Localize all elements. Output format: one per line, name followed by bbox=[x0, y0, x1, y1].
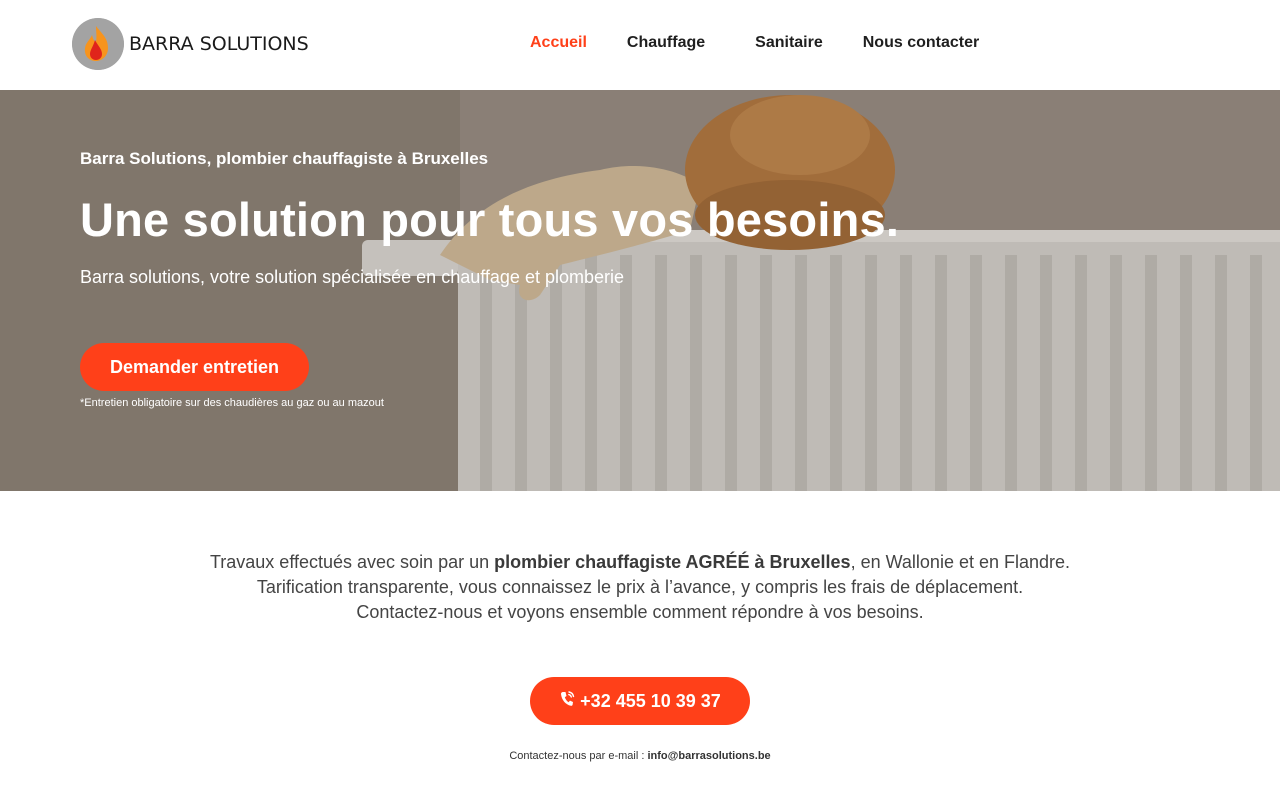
nav-item-nous-contacter[interactable]: Nous contacter bbox=[863, 34, 979, 52]
nav-item-chauffage[interactable]: Chauffage bbox=[627, 34, 705, 52]
demander-entretien-button[interactable]: Demander entretien bbox=[80, 343, 309, 391]
site-header: BARRA SOLUTIONS Accueil Chauffage Sanita… bbox=[0, 0, 1280, 90]
hero-footnote: *Entretien obligatoire sur des chaudière… bbox=[80, 397, 384, 409]
email-contact-line: Contactez-nous par e-mail : info@barraso… bbox=[0, 750, 1280, 762]
hero-eyebrow: Barra Solutions, plombier chauffagiste à… bbox=[80, 149, 489, 168]
email-link[interactable]: info@barrasolutions.be bbox=[647, 750, 770, 762]
demander-entretien-label: Demander entretien bbox=[109, 356, 280, 377]
phone-number: +32 455 10 39 37 bbox=[580, 690, 721, 711]
intro-text: Travaux effectués avec soin par un plomb… bbox=[0, 550, 1280, 625]
hero-banner: Barra Solutions, plombier chauffagiste à… bbox=[0, 90, 1280, 491]
phone-ringing-icon bbox=[559, 690, 575, 713]
nav-item-accueil[interactable]: Accueil bbox=[530, 34, 587, 52]
logo[interactable]: BARRA SOLUTIONS bbox=[72, 18, 309, 70]
main-nav: Accueil Chauffage Sanitaire Nous contact… bbox=[530, 34, 979, 52]
nav-item-sanitaire[interactable]: Sanitaire bbox=[755, 34, 823, 52]
hero-title: Une solution pour tous vos besoins. bbox=[80, 193, 900, 246]
intro-line-1-prefix: Travaux effectués avec soin par un bbox=[209, 552, 495, 572]
brand-name: BARRA SOLUTIONS bbox=[129, 33, 309, 55]
intro-line-2: Tarification transparente, vous connaiss… bbox=[256, 577, 1024, 597]
intro-line-1: Travaux effectués avec soin par un plomb… bbox=[0, 550, 1280, 575]
intro-line-1-suffix: , en Wallonie et en Flandre. bbox=[850, 552, 1071, 572]
phone-call-button[interactable]: +32 455 10 39 37 bbox=[530, 677, 750, 725]
hero-subtitle: Barra solutions, votre solution spéciali… bbox=[80, 267, 624, 287]
email-prefix: Contactez-nous par e-mail : bbox=[509, 750, 648, 762]
intro-line-1-bold: plombier chauffagiste AGRÉÉ à Bruxelles bbox=[494, 552, 851, 572]
intro-line-3: Contactez-nous et voyons ensemble commen… bbox=[356, 602, 924, 622]
flame-drop-icon bbox=[72, 18, 124, 70]
